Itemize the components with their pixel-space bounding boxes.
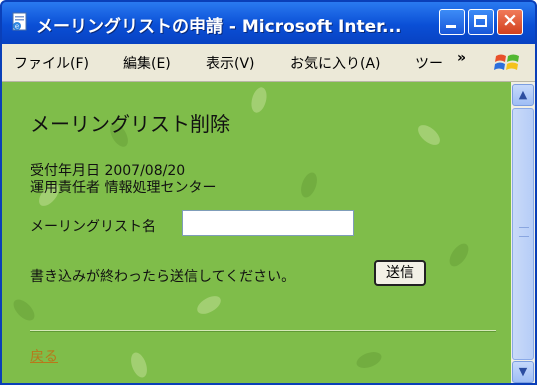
leaf-pattern [297,170,321,200]
grip-icon [519,227,529,237]
submit-button[interactable]: 送信 [374,260,426,286]
back-link[interactable]: 戻る [30,346,58,366]
leaf-pattern [127,350,151,380]
page-heading: メーリングリスト削除 [30,112,230,136]
divider [30,330,496,332]
page-content: メーリングリスト削除 受付年月日 2007/08/20 運用責任者 情報処理セン… [2,82,511,383]
close-icon: × [502,9,518,31]
menu-edit[interactable]: 編集(E) [123,53,171,73]
maximize-button[interactable] [468,9,494,35]
minimize-icon [446,25,456,28]
title-bar[interactable]: e メーリングリストの申請 - Microsoft Inter... × [2,2,535,44]
leaf-pattern [194,292,224,318]
instruction-text: 書き込みが終わったら送信してください。 [30,269,296,285]
manager-line: 運用責任者 情報処理センター [30,180,217,196]
chevron-up-icon: ▲ [518,88,528,101]
chevron-down-icon: ▼ [518,365,528,378]
menu-tools[interactable]: ツー [415,53,443,73]
maximize-icon [474,15,487,27]
scroll-thumb[interactable] [512,108,534,360]
scroll-up-button[interactable]: ▲ [512,84,534,106]
window-title: メーリングリストの申請 - Microsoft Inter... [36,17,402,37]
scroll-down-button[interactable]: ▼ [512,361,534,383]
leaf-pattern [248,85,270,115]
vertical-scrollbar[interactable]: ▲ ▼ [511,82,535,383]
menu-overflow-button[interactable]: » [457,50,466,66]
list-name-input[interactable] [182,210,354,236]
close-button[interactable]: × [497,9,523,35]
leaf-pattern [9,295,39,325]
menu-favorites[interactable]: お気に入り(A) [290,53,381,73]
svg-text:e: e [15,23,19,31]
leaf-pattern [445,240,473,270]
menu-file[interactable]: ファイル(F) [14,53,89,73]
leaf-pattern [354,348,384,372]
windows-logo-icon [494,54,519,70]
menu-view[interactable]: 表示(V) [206,53,255,73]
leaf-pattern [414,121,444,149]
minimize-button[interactable] [439,9,465,35]
browser-window: e メーリングリストの申請 - Microsoft Inter... × ファイ… [0,0,537,385]
ie-page-icon: e [12,12,27,31]
menu-bar: ファイル(F) 編集(E) 表示(V) お気に入り(A) ツー » [2,44,535,82]
list-name-label: メーリングリスト名 [30,219,156,235]
